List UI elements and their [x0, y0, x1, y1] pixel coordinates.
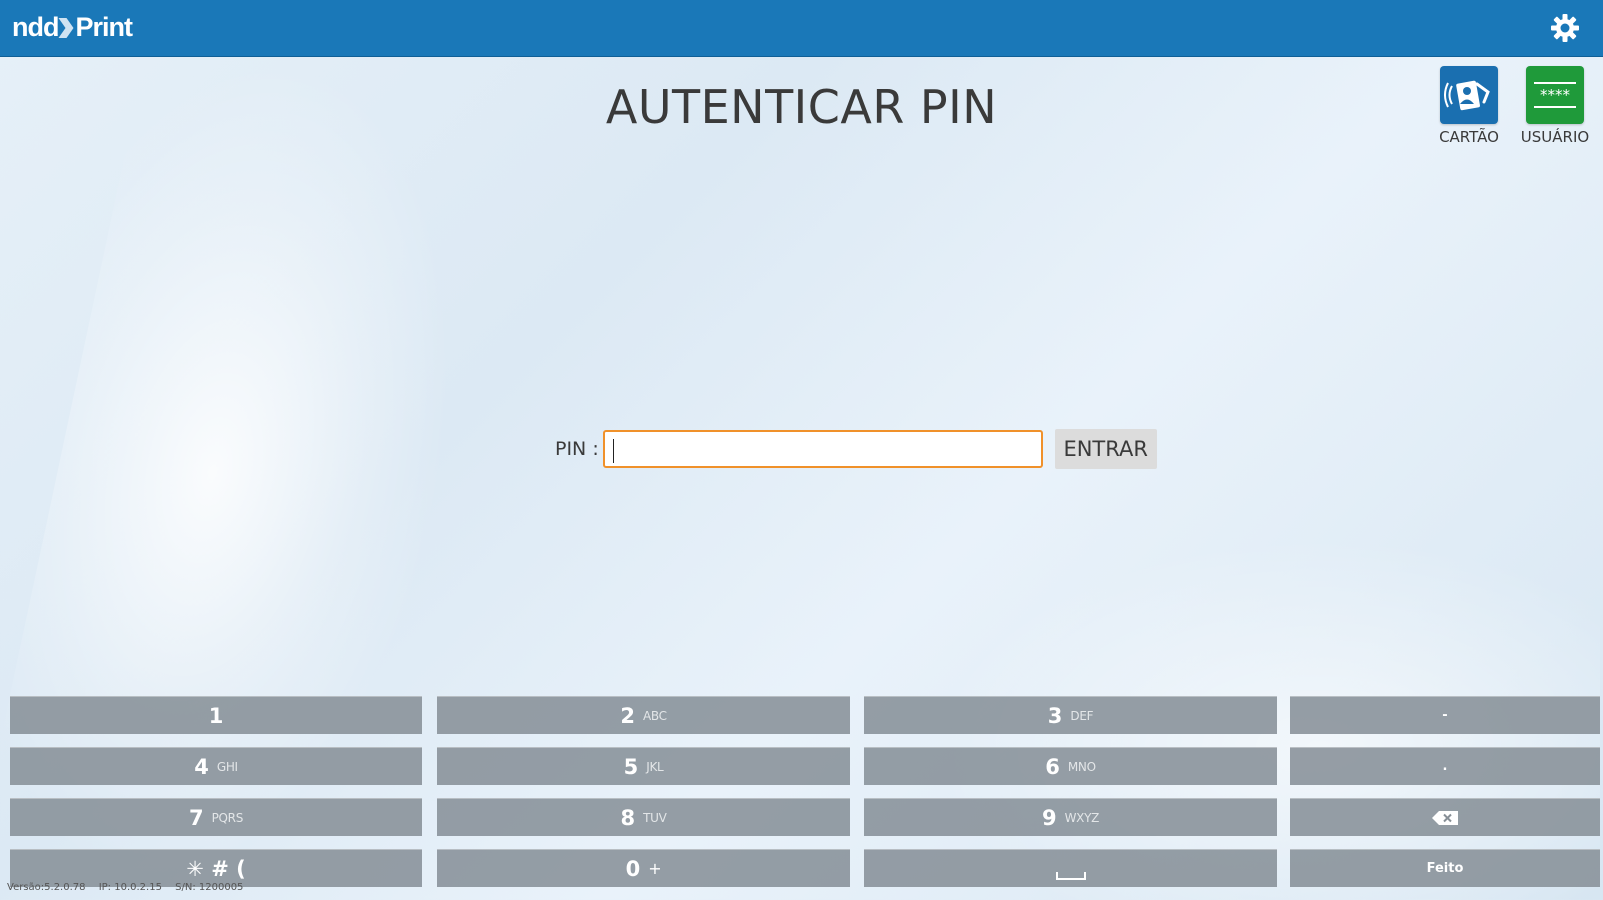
key-backspace[interactable]	[1290, 798, 1600, 836]
card-auth-button[interactable]: CARTÃO	[1424, 66, 1514, 146]
key-main-label: 3	[1047, 703, 1063, 728]
key-main-label: 4	[194, 754, 209, 779]
key-main-label: 5	[623, 754, 639, 779]
key-9[interactable]: 9 WXYZ	[864, 798, 1277, 836]
key-sub-label: MNO	[1067, 759, 1096, 774]
key-sub-label: GHI	[216, 759, 238, 774]
enter-button[interactable]: ENTRAR	[1054, 429, 1157, 469]
pin-label: PIN :	[555, 438, 599, 460]
logo-text-print: Print	[75, 12, 133, 42]
user-auth-button[interactable]: **** USUÁRIO	[1510, 66, 1600, 146]
card-reader-icon	[1444, 80, 1490, 111]
key-7[interactable]: 7 PQRS	[10, 798, 422, 836]
user-tile[interactable]: ****	[1526, 66, 1584, 124]
card-auth-label: CARTÃO	[1439, 128, 1499, 146]
text-caret	[612, 439, 614, 463]
key-main-label: 2	[620, 703, 635, 728]
key-sub-label: PQRS	[211, 810, 244, 825]
device-info: Versão:5.2.0.78 IP: 10.0.2.15 S/N: 12000…	[7, 882, 253, 893]
key-sub-label: JKL	[646, 759, 664, 774]
key-main-label: -	[1442, 708, 1448, 723]
card-tile[interactable]	[1440, 66, 1498, 124]
user-auth-label: USUÁRIO	[1520, 128, 1590, 146]
key-5[interactable]: 5 JKL	[437, 747, 850, 785]
logo-arrow-icon	[60, 17, 74, 39]
on-screen-keyboard: 1 2 ABC 3 DEF - 4 GHI 5 JKL 6 MNO . 7 PQ…	[10, 696, 1600, 900]
page-title: AUTENTICAR PIN	[605, 80, 998, 134]
key-sub-label: WXYZ	[1064, 810, 1100, 825]
key-1[interactable]: 1	[10, 696, 422, 734]
key-period[interactable]: .	[1290, 747, 1600, 785]
gear-icon[interactable]	[1549, 12, 1581, 44]
ip-text: IP: 10.0.2.15	[98, 882, 162, 893]
key-main-label: 1	[208, 703, 224, 728]
key-sub-label: +	[648, 859, 662, 878]
key-6[interactable]: 6 MNO	[864, 747, 1277, 785]
serial-text: S/N: 1200005	[175, 882, 244, 893]
key-main-label: 7	[188, 805, 204, 830]
key-main-label: .	[1442, 759, 1448, 774]
key-0[interactable]: 0 +	[437, 849, 850, 887]
key-main-label: 6	[1045, 754, 1060, 779]
key-sub-label: TUV	[643, 810, 667, 825]
key-4[interactable]: 4 GHI	[10, 747, 422, 785]
key-done[interactable]: Feito	[1290, 849, 1600, 887]
password-icon: ****	[1534, 82, 1576, 108]
logo-text-ndd: ndd	[12, 12, 59, 42]
key-hyphen[interactable]: -	[1290, 696, 1600, 734]
key-main-label: 0	[625, 856, 641, 881]
key-8[interactable]: 8 TUV	[437, 798, 850, 836]
key-2[interactable]: 2 ABC	[437, 696, 850, 734]
key-sub-label: DEF	[1070, 708, 1094, 723]
pin-input[interactable]	[602, 430, 1043, 468]
key-3[interactable]: 3 DEF	[864, 696, 1277, 734]
space-icon	[1055, 871, 1086, 880]
key-space[interactable]	[864, 849, 1277, 887]
backspace-icon	[1432, 810, 1458, 825]
password-icon-text: ****	[1540, 86, 1571, 104]
pin-input-wrapper	[602, 430, 1043, 468]
key-main-label: 9	[1041, 805, 1057, 830]
key-main-label: 8	[620, 805, 636, 830]
top-bar: ndd Print	[0, 0, 1603, 57]
pin-form: PIN : ENTRAR	[555, 427, 1157, 471]
key-main-label: Feito	[1426, 861, 1464, 876]
key-main-label: ✳ # (	[186, 856, 246, 881]
version-text: Versão:5.2.0.78	[7, 882, 86, 893]
key-sub-label: ABC	[642, 708, 667, 723]
ndd-print-logo: ndd Print	[12, 12, 133, 43]
